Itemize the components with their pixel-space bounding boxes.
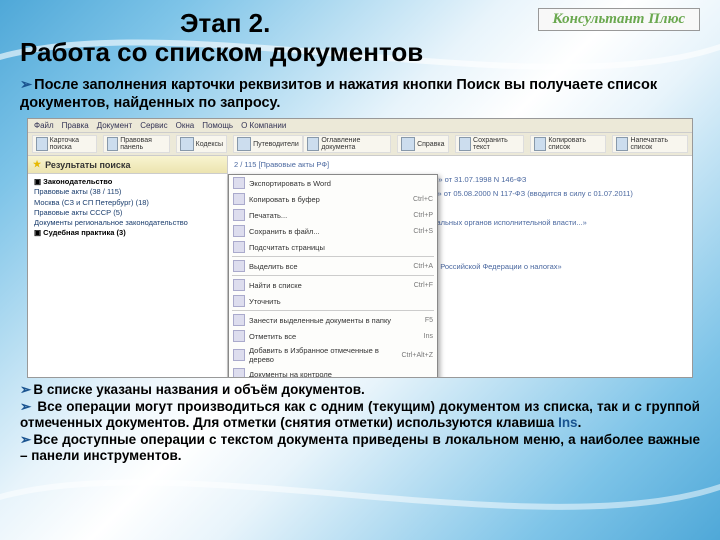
menu-icon: [233, 225, 245, 237]
menu-item[interactable]: Помощь: [202, 121, 233, 130]
menu-icon: [233, 279, 245, 291]
toolbar-button[interactable]: Напечатать список: [612, 135, 688, 153]
context-menu-item[interactable]: Отметить всеIns: [229, 328, 437, 344]
sidebar-header: ★ Результаты поиска: [28, 156, 227, 174]
context-menu[interactable]: Экспортировать в WordКопировать в буферC…: [228, 174, 438, 377]
toolbar-button[interactable]: Копировать список: [530, 135, 606, 153]
menu-item[interactable]: Правка: [62, 121, 89, 130]
subtitle: Работа со списком документов: [20, 37, 700, 68]
context-menu-item[interactable]: Печатать...Ctrl+P: [229, 207, 437, 223]
toolbar-button[interactable]: Кодексы: [176, 135, 227, 153]
stage-title: Этап 2.: [180, 8, 270, 39]
context-menu-item[interactable]: Документы на контроле: [229, 366, 437, 377]
app-screenshot: Файл Правка Документ Сервис Окна Помощь О Комп…: [27, 118, 693, 378]
ins-key: Ins: [558, 415, 578, 430]
menu-item[interactable]: Файл: [34, 121, 54, 130]
toolbar-icon: [307, 137, 320, 151]
toolbar-button[interactable]: Правовая панель: [103, 135, 170, 153]
menu-icon: [233, 241, 245, 253]
toolbar-icon: [401, 137, 415, 151]
tree-item[interactable]: Документы региональное законодательство: [34, 218, 221, 228]
toolbar-button[interactable]: Сохранить текст: [455, 135, 524, 153]
toolbar-button[interactable]: Оглавление документа: [303, 135, 391, 153]
context-menu-item[interactable]: Выделить всеCtrl+A: [229, 258, 437, 274]
menu-icon: [233, 295, 245, 307]
toolbar-icon: [459, 137, 471, 151]
star-icon: ★: [33, 159, 41, 170]
context-menu-item[interactable]: Уточнить: [229, 293, 437, 309]
tree-item[interactable]: Правовые акты СССР (5): [34, 208, 221, 218]
context-menu-item[interactable]: Подсчитать страницы: [229, 239, 437, 255]
menubar: Файл Правка Документ Сервис Окна Помощь О Комп…: [28, 119, 692, 133]
menu-item[interactable]: Окна: [176, 121, 195, 130]
bottom-p3: Все доступные операции с текстом докумен…: [20, 432, 700, 465]
toolbar-button[interactable]: Справка: [397, 135, 448, 153]
tree-item[interactable]: ▣ Законодательство: [34, 177, 221, 187]
menu-item[interactable]: Документ: [97, 121, 133, 130]
bottom-p2: Все операции могут производиться как с о…: [20, 399, 700, 432]
menu-separator: [232, 275, 434, 276]
menu-separator: [232, 310, 434, 311]
menu-icon: [233, 193, 245, 205]
context-menu-item[interactable]: Занести выделенные документы в папкуF5: [229, 312, 437, 328]
tree-item[interactable]: Правовые акты (38 / 115): [34, 187, 221, 197]
brand-badge: Консультант Плюс: [538, 8, 700, 31]
sidebar-title: Результаты поиска: [45, 160, 130, 170]
bottom-p1: В списке указаны названия и объём докуме…: [20, 382, 700, 398]
doc-list-item[interactable]: 2 / 115 [Правовые акты РФ]: [234, 160, 686, 171]
menu-icon: [233, 260, 245, 272]
menu-item[interactable]: О Компании: [241, 121, 286, 130]
toolbar-icon: [237, 137, 251, 151]
tree-item[interactable]: Москва (СЗ и СП Петербург) (18): [34, 198, 221, 208]
intro-paragraph: После заполнения карточки реквизитов и н…: [20, 76, 700, 112]
context-menu-item[interactable]: Добавить в Избранное отмеченные в дерево…: [229, 344, 437, 366]
context-menu-item[interactable]: Копировать в буферCtrl+C: [229, 191, 437, 207]
menu-icon: [233, 209, 245, 221]
document-list-pane: 2 / 115 [Правовые акты РФ]«Налоговый код…: [228, 156, 692, 377]
toolbar-icon: [534, 137, 547, 151]
toolbar-icon: [107, 137, 119, 151]
menu-icon: [233, 349, 245, 361]
toolbar: Карточка поиска Правовая панель Кодексы Пут…: [28, 133, 692, 156]
p2-a: Все операции могут производиться как с о…: [20, 399, 700, 430]
menu-icon: [233, 330, 245, 342]
p2-b: .: [578, 415, 582, 430]
menu-separator: [232, 256, 434, 257]
context-menu-item[interactable]: Найти в спискеCtrl+F: [229, 277, 437, 293]
menu-icon: [233, 177, 245, 189]
toolbar-button[interactable]: Карточка поиска: [32, 135, 97, 153]
menu-icon: [233, 368, 245, 377]
menu-icon: [233, 314, 245, 326]
toolbar-icon: [180, 137, 194, 151]
toolbar-icon: [36, 137, 48, 151]
menu-item[interactable]: Сервис: [140, 121, 167, 130]
toolbar-button[interactable]: Путеводители: [233, 135, 303, 153]
context-menu-item[interactable]: Экспортировать в Word: [229, 175, 437, 191]
toolbar-icon: [616, 137, 628, 151]
context-menu-item[interactable]: Сохранить в файл...Ctrl+S: [229, 223, 437, 239]
tree-item[interactable]: ▣ Судебная практика (3): [34, 228, 221, 238]
sidebar: ★ Результаты поиска ▣ Законодательство П…: [28, 156, 228, 377]
